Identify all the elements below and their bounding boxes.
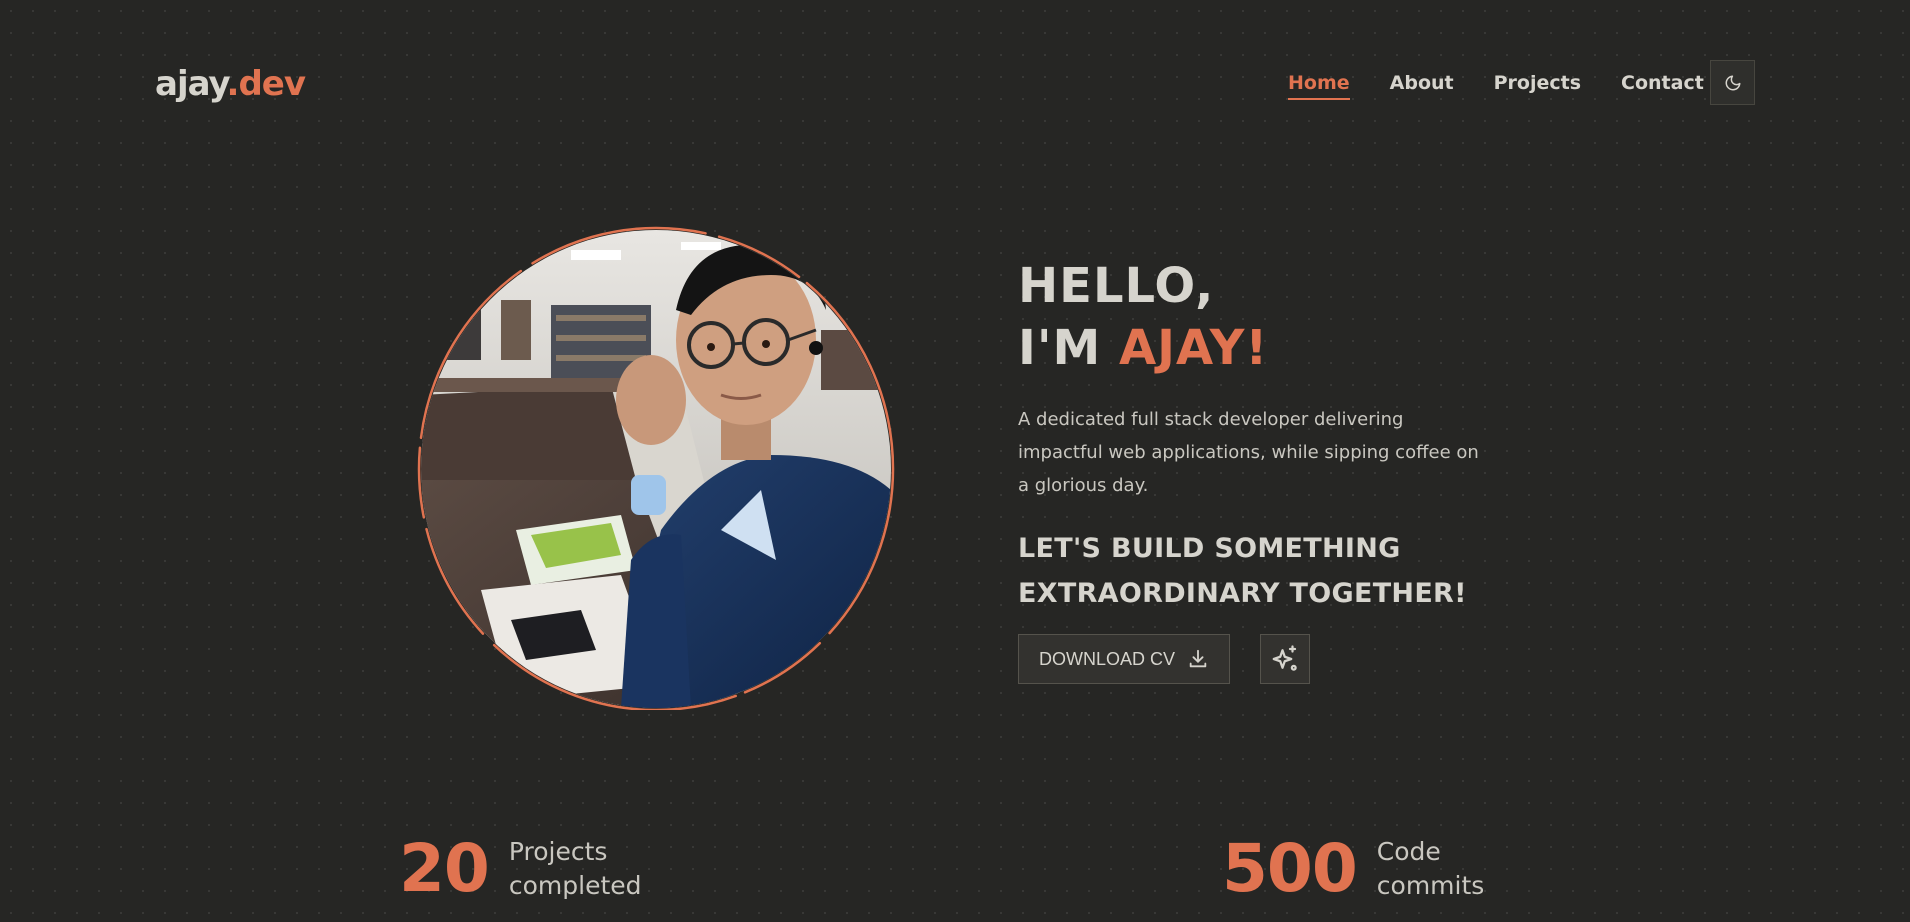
nav-projects[interactable]: Projects — [1494, 72, 1581, 94]
sparkle-button[interactable] — [1260, 634, 1311, 684]
nav-contact[interactable]: Contact — [1621, 72, 1704, 94]
stat-projects-value: 20 — [399, 830, 490, 907]
moon-icon — [1725, 75, 1740, 90]
logo[interactable]: ajay.dev — [155, 64, 306, 104]
stat-projects-label: Projects completed — [508, 836, 642, 900]
hero-intro: A dedicated full stack developer deliver… — [1018, 409, 1479, 496]
logo-accent: .dev — [226, 64, 306, 104]
logo-main: ajay — [155, 64, 228, 104]
site-header: ajay.dev Home About Projects Contact — [0, 0, 1910, 170]
theme-toggle-button[interactable] — [1710, 60, 1755, 105]
greeting-name: AJAY! — [1119, 320, 1269, 376]
nav-about[interactable]: About — [1390, 72, 1454, 94]
profile-photo — [421, 230, 891, 708]
photo-illustration — [421, 230, 891, 708]
download-icon — [1189, 649, 1207, 668]
stat-commits: 500 Code commits — [1222, 830, 1517, 907]
sparkles-icon — [1272, 645, 1297, 671]
download-cv-label: DOWNLOAD CV — [1039, 648, 1176, 669]
hero-text: HELLO, I'M AJAY! A dedicated full stack … — [1018, 255, 1498, 616]
stat-commits-value: 500 — [1222, 830, 1358, 907]
profile-photo-frame — [413, 226, 897, 710]
hero-heading: HELLO, I'M AJAY! — [1018, 255, 1498, 379]
stat-commits-label: Code commits — [1376, 836, 1485, 900]
download-cv-button[interactable]: DOWNLOAD CV — [1018, 634, 1231, 684]
greeting-prefix: I'M — [1018, 320, 1120, 376]
greeting-line1: HELLO, — [1018, 258, 1215, 314]
hero-cta: LET'S BUILD SOMETHING EXTRAORDINARY TOGE… — [1018, 533, 1467, 609]
nav-home[interactable]: Home — [1288, 72, 1350, 100]
main-nav: Home About Projects Contact — [1288, 72, 1744, 100]
hero-actions: DOWNLOAD CV — [1018, 634, 1311, 684]
stat-projects: 20 Projects completed — [399, 830, 649, 907]
